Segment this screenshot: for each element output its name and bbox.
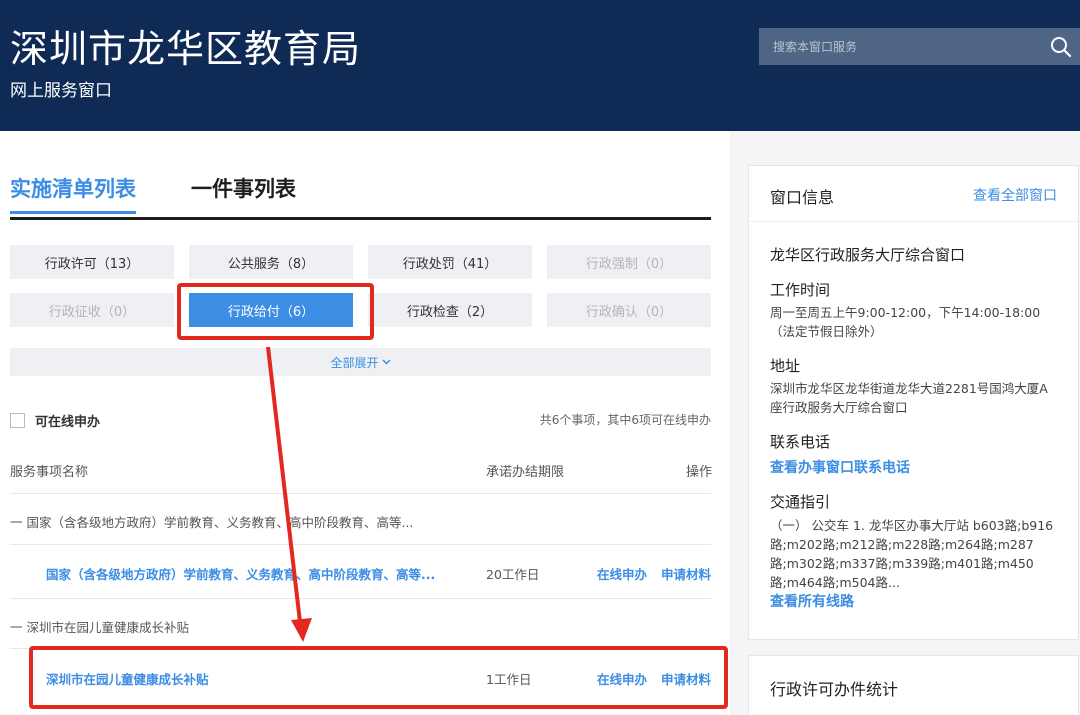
window-info-panel: 窗口信息 查看全部窗口 龙华区行政服务大厅综合窗口 工作时间 周一至周五上午9:… <box>748 165 1080 640</box>
category-administrative-inspection[interactable]: 行政检查（2） <box>368 293 532 327</box>
chevron-down-icon <box>381 359 391 365</box>
search-box <box>759 28 1080 65</box>
window-info-title: 窗口信息 <box>770 188 835 207</box>
address-text: 深圳市龙华区龙华街道龙华大道2281号国鸿大厦A座行政服务大厅综合窗口 <box>770 381 1048 415</box>
apply-online-link[interactable]: 在线申办 <box>597 564 647 583</box>
result-summary: 共6个事项，其中6项可在线申办 <box>539 413 711 427</box>
phone-label: 联系电话 <box>770 433 831 451</box>
tab-implementation-list[interactable]: 实施清单列表 <box>10 173 136 214</box>
annotation-highlight-row <box>29 646 728 709</box>
license-stats-title: 行政许可办件统计 <box>770 680 899 699</box>
view-phone-link[interactable]: 查看办事窗口联系电话 <box>770 457 910 477</box>
tab-one-thing-list[interactable]: 一件事列表 <box>191 173 296 203</box>
expand-all-button[interactable]: 全部展开 <box>10 348 711 376</box>
license-stats-panel: 行政许可办件统计 <box>748 655 1079 715</box>
group-header[interactable]: 一 国家（含各级地方政府）学前教育、义务教育、高中阶段教育、高等... <box>10 512 413 531</box>
traffic-text: （一） 公交车 1. 龙华区办事大厅站 b603路;b916路;m202路;m2… <box>770 518 1054 590</box>
site-header: 深圳市龙华区教育局 网上服务窗口 <box>0 0 1080 131</box>
main-panel: 实施清单列表 一件事列表 行政许可（13） 公共服务（8） 行政处罚（41） 行… <box>0 131 730 715</box>
category-public-service[interactable]: 公共服务（8） <box>189 245 353 279</box>
search-icon[interactable] <box>1050 36 1072 58</box>
table-divider <box>10 544 711 545</box>
category-administrative-license[interactable]: 行政许可（13） <box>10 245 174 279</box>
site-title: 深圳市龙华区教育局 <box>10 27 362 71</box>
panel-divider <box>749 221 1080 222</box>
site-subtitle: 网上服务窗口 <box>10 81 112 101</box>
column-header-deadline: 承诺办结期限 <box>486 465 565 480</box>
column-header-name: 服务事项名称 <box>10 465 89 480</box>
category-administrative-confirmation[interactable]: 行政确认（0） <box>547 293 711 327</box>
table-divider <box>10 493 711 494</box>
application-materials-link[interactable]: 申请材料 <box>661 564 711 583</box>
online-filter-label: 可在线申办 <box>35 415 101 430</box>
traffic-label: 交通指引 <box>770 493 831 511</box>
expand-all-label: 全部展开 <box>330 355 379 370</box>
online-filter: 可在线申办 <box>10 411 100 430</box>
list-tabs: 实施清单列表 一件事列表 <box>10 173 711 220</box>
window-name: 龙华区行政服务大厅综合窗口 <box>770 246 966 264</box>
service-item-link[interactable]: 国家（含各级地方政府）学前教育、义务教育、高中阶段教育、高等... <box>46 564 435 583</box>
category-administrative-penalty[interactable]: 行政处罚（41） <box>368 245 532 279</box>
column-header-action: 操作 <box>686 465 713 480</box>
service-deadline: 20工作日 <box>486 567 540 582</box>
category-administrative-levy[interactable]: 行政征收（0） <box>10 293 174 327</box>
view-all-windows-link[interactable]: 查看全部窗口 <box>973 185 1057 205</box>
view-routes-link[interactable]: 查看所有线路 <box>770 591 854 611</box>
hours-text: 周一至周五上午9:00-12:00，下午14:00-18:00（法定节假日除外） <box>770 305 1041 339</box>
hours-label: 工作时间 <box>770 281 831 299</box>
table-divider <box>10 598 711 599</box>
address-label: 地址 <box>770 357 801 375</box>
online-filter-checkbox[interactable] <box>10 413 25 428</box>
search-input[interactable] <box>759 28 1039 65</box>
annotation-highlight-category <box>177 283 374 340</box>
category-administrative-coercion[interactable]: 行政强制（0） <box>547 245 711 279</box>
group-header[interactable]: 一 深圳市在园儿童健康成长补贴 <box>10 617 189 636</box>
